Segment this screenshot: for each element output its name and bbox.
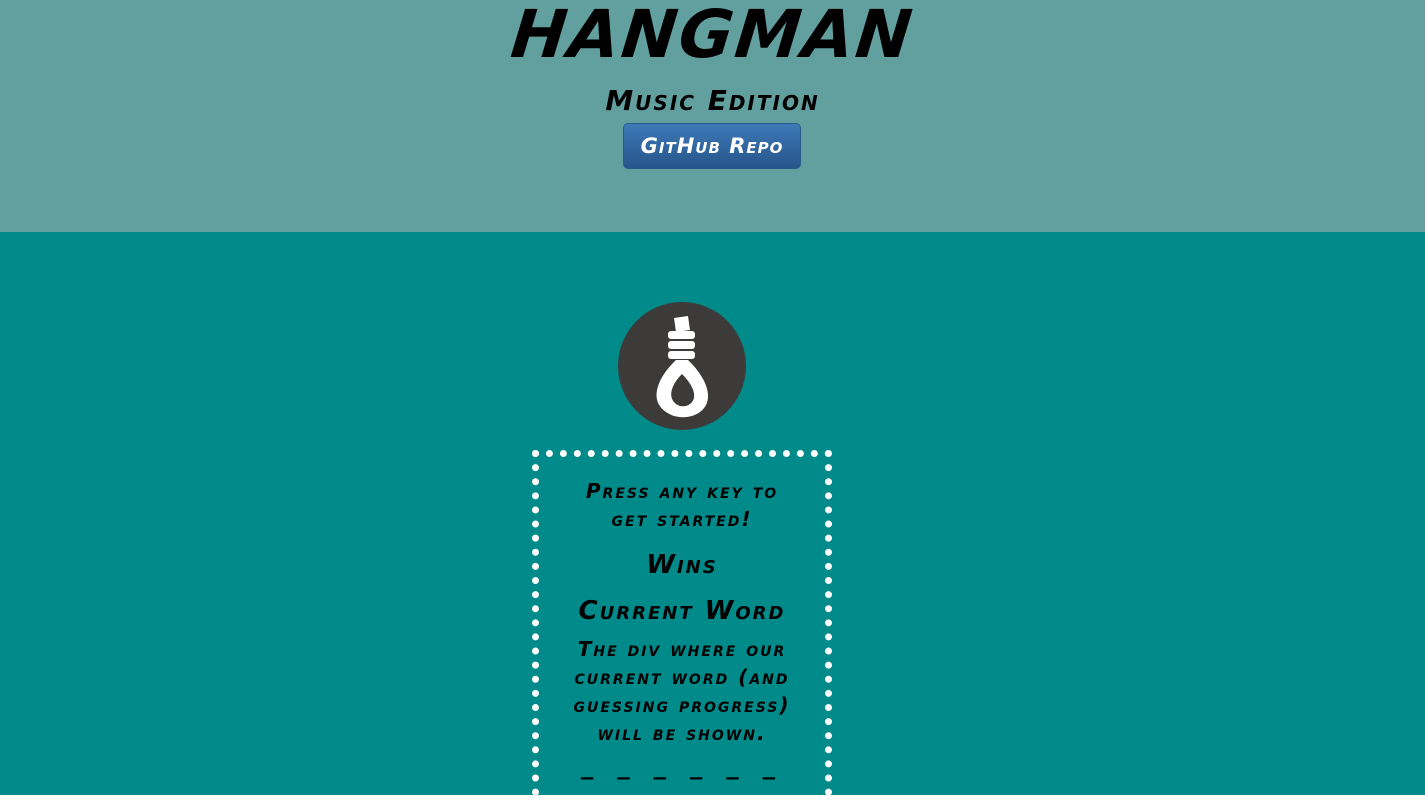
- page-header: HANGMAN Music Edition GitHub Repo: [0, 0, 1425, 232]
- current-word-label: Current Word: [578, 596, 786, 626]
- page-subtitle: Music Edition: [605, 84, 820, 117]
- instructions-text: Press any key to get started!: [585, 479, 779, 531]
- word-blanks: _ _ _ _ _ _: [581, 752, 783, 780]
- github-repo-button[interactable]: GitHub Repo: [623, 123, 801, 169]
- page-title: HANGMAN: [507, 0, 918, 73]
- wins-label: Wins: [646, 550, 718, 580]
- noose-icon: [618, 302, 746, 430]
- current-word-display: The div where our current word (and gues…: [573, 637, 791, 745]
